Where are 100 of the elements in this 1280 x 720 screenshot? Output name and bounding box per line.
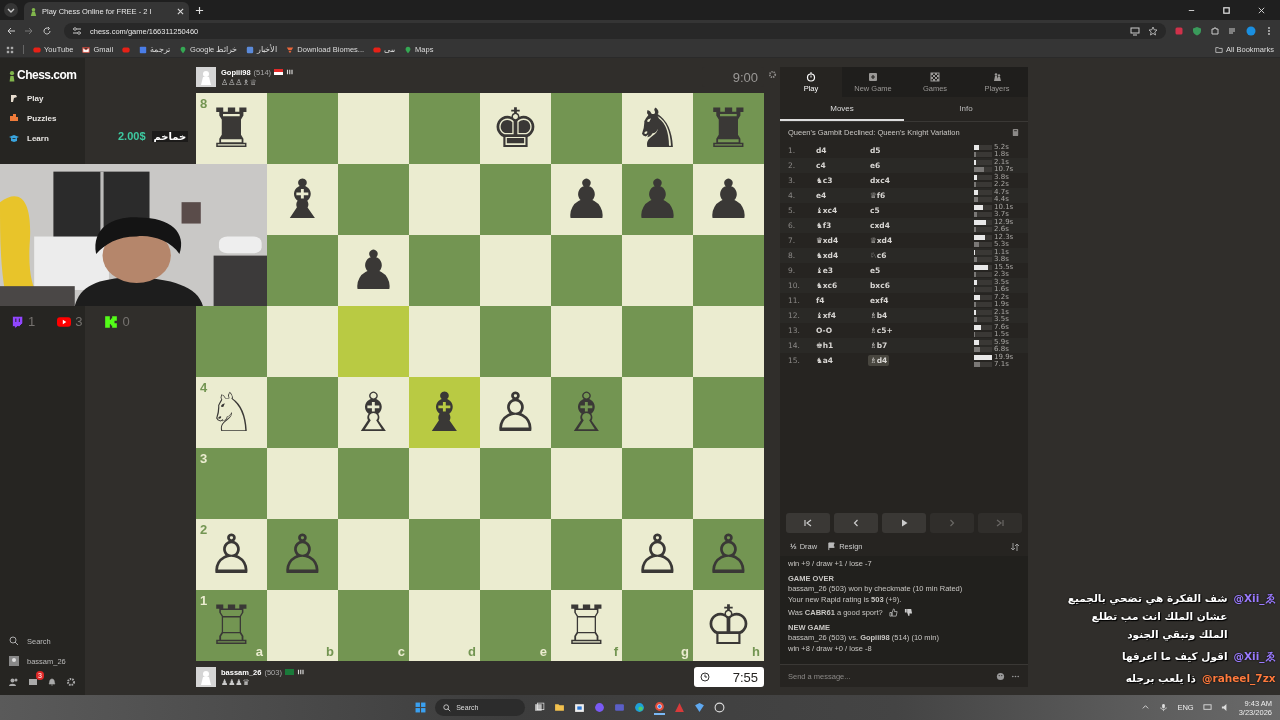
folder-icon[interactable] (554, 702, 566, 713)
sidebar-item[interactable]: Learn (0, 128, 85, 148)
file-label: d (468, 644, 476, 659)
friends-icon[interactable] (9, 677, 19, 687)
avatar[interactable] (196, 667, 216, 687)
chess-piece[interactable]: ♜ (207, 101, 256, 156)
chess-piece[interactable]: ♙ (207, 527, 256, 582)
file-label: g (681, 644, 689, 659)
board-square[interactable]: ♟ (551, 164, 622, 235)
board-square[interactable]: ♙ (480, 377, 551, 448)
monitor-icon[interactable] (1202, 703, 1212, 712)
last-icon (995, 518, 1005, 528)
chat-app-icon[interactable] (594, 702, 606, 713)
first-button[interactable] (786, 513, 830, 533)
rank-label: 2 (200, 522, 208, 537)
media-icon[interactable] (1228, 26, 1238, 36)
app-icon[interactable] (694, 702, 706, 713)
chess-piece[interactable]: ♘ (207, 385, 256, 440)
browser-icon[interactable] (634, 702, 646, 713)
play-icon (57, 314, 72, 329)
apps-icon[interactable] (6, 45, 14, 54)
chess-piece[interactable]: ♞ (633, 101, 682, 156)
back-icon[interactable] (6, 26, 16, 36)
bell-icon[interactable] (47, 677, 57, 687)
board-square[interactable]: ♟ (693, 164, 764, 235)
favicon-icon (286, 45, 295, 54)
chess-piece[interactable]: ♙ (491, 385, 540, 440)
task-view-icon[interactable] (534, 702, 546, 713)
viewer-count: 3 (75, 314, 83, 329)
sidebar-item[interactable]: Puzzles (0, 108, 85, 128)
microphone-icon[interactable] (1159, 703, 1169, 712)
board-square[interactable]: ♟ (338, 235, 409, 306)
signal-bars-icon (296, 669, 306, 675)
sub-tab[interactable]: Info (904, 97, 1028, 121)
close-icon[interactable] (177, 7, 184, 15)
star-icon[interactable] (1148, 26, 1158, 36)
sidebar-item[interactable]: Play (0, 88, 85, 108)
tab-list-icon[interactable] (4, 3, 18, 17)
emoji-icon[interactable] (996, 671, 1005, 681)
file-label: c (397, 644, 405, 659)
avatar (9, 656, 19, 666)
chess-piece[interactable]: ♝ (420, 385, 469, 440)
caret-icon[interactable] (1141, 703, 1151, 712)
restore-icon[interactable] (1222, 5, 1231, 15)
book-icon[interactable] (1011, 128, 1020, 137)
board-square[interactable]: ♙ (622, 519, 693, 590)
flag-icon (274, 69, 284, 75)
puzzle-icon[interactable] (1210, 26, 1220, 36)
favicon-icon (373, 45, 382, 54)
chess-piece[interactable]: ♚ (491, 101, 540, 156)
play-button[interactable] (882, 513, 926, 533)
highlighted-square[interactable]: ♝ (409, 377, 480, 448)
rank-label: 4 (200, 380, 208, 395)
signal-bars-icon (286, 69, 296, 75)
chess-piece[interactable]: ♔ (704, 598, 753, 653)
settings-icon[interactable] (767, 70, 777, 79)
thumbs-down-icon[interactable] (903, 608, 913, 618)
chess-piece[interactable]: ♖ (562, 598, 611, 653)
board-square[interactable]: ♝ (267, 164, 338, 235)
app-icon[interactable] (714, 702, 726, 713)
chess-piece[interactable]: ♙ (633, 527, 682, 582)
thumbs-up-icon[interactable] (888, 608, 898, 618)
play-icon (806, 71, 816, 82)
chess-piece[interactable]: ♟ (704, 172, 753, 227)
profile-avatar[interactable] (1246, 26, 1256, 36)
settings-icon[interactable] (66, 677, 76, 687)
folder-icon (1215, 45, 1224, 54)
chess-piece[interactable]: ♟ (562, 172, 611, 227)
board-square[interactable]: ♞ (622, 93, 693, 164)
board-square[interactable]: ♗ (338, 377, 409, 448)
chat-message: شف الفكرة هي تضحي بالجميع عشان الملك انت مب تطلع الملك وتبقي الجنود (1066, 591, 1228, 643)
donation-name: خماخم (151, 130, 189, 142)
mail-icon[interactable] (28, 677, 38, 687)
store-icon[interactable] (574, 702, 586, 713)
kick-icon (104, 314, 119, 329)
prev-icon (851, 518, 861, 528)
viewer-count: 0 (122, 314, 130, 329)
browser-icon[interactable] (654, 700, 666, 715)
avatar[interactable] (196, 67, 216, 87)
teams-icon[interactable] (614, 702, 626, 713)
reload-icon[interactable] (42, 26, 52, 36)
close-icon[interactable] (1257, 5, 1266, 15)
sub-tab[interactable]: Moves (780, 97, 904, 121)
chess-piece[interactable]: ♝ (278, 172, 327, 227)
windows-start-icon[interactable] (415, 702, 427, 713)
forward-icon[interactable] (24, 26, 34, 36)
chess-piece[interactable]: ♟ (349, 243, 398, 298)
chess-piece[interactable]: ♗ (349, 385, 398, 440)
pawn-icon (8, 70, 16, 82)
shield-icon[interactable] (1192, 26, 1202, 36)
new-tab-icon[interactable] (195, 5, 204, 15)
favicon-icon (404, 45, 413, 54)
extension-icon[interactable] (1174, 26, 1184, 36)
bookmark-icon[interactable] (122, 45, 131, 54)
board-square[interactable]: ♚ (480, 93, 551, 164)
play-icon (9, 93, 19, 103)
chess-logo[interactable]: Chess.com (0, 68, 85, 88)
install-icon[interactable] (1130, 26, 1140, 36)
flip-board-icon[interactable] (1010, 541, 1020, 552)
site-settings-icon[interactable] (72, 26, 82, 36)
